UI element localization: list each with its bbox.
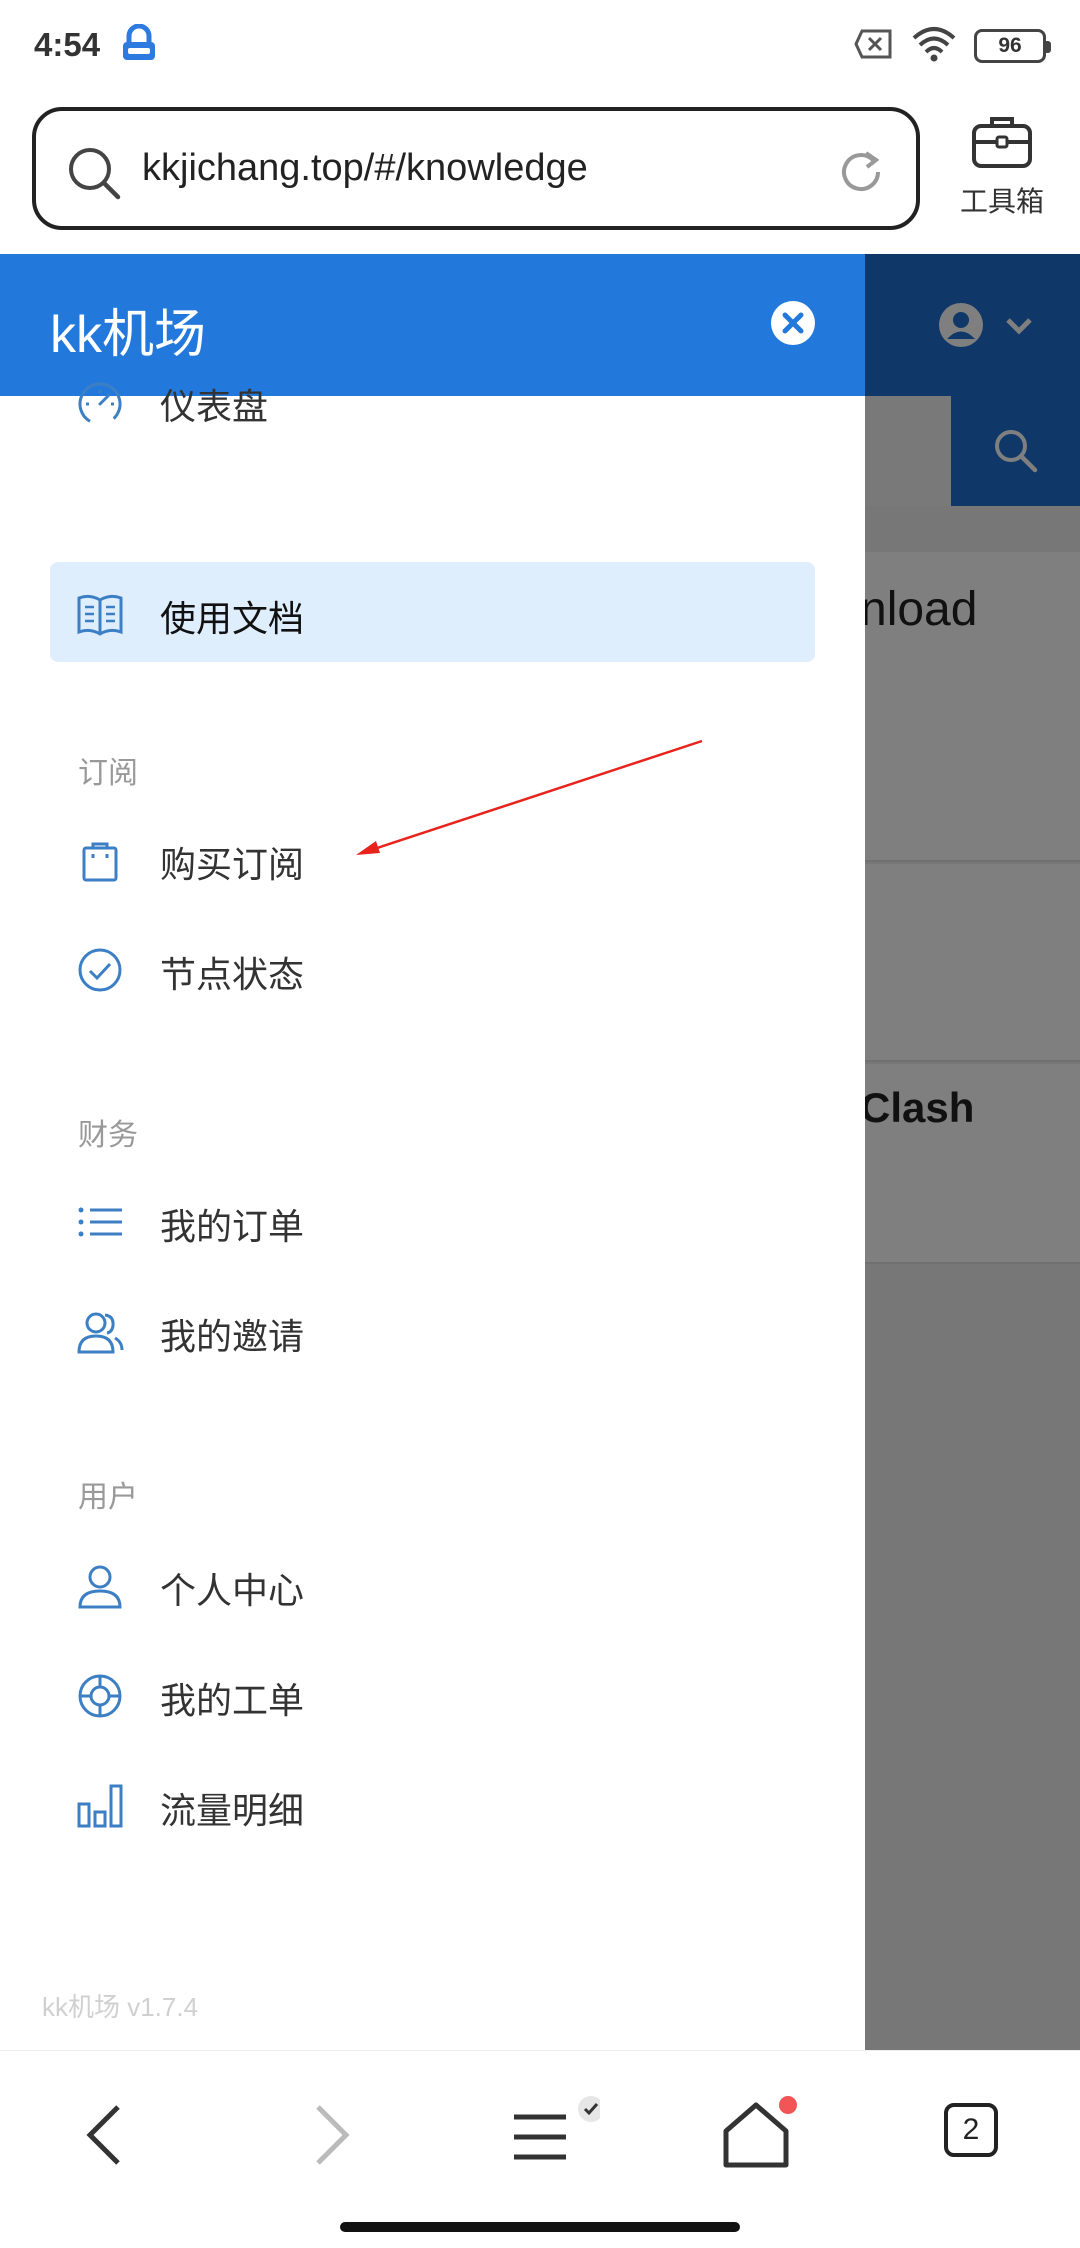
status-bar: 4:54 96 xyxy=(0,0,1080,95)
user-icon xyxy=(76,1562,124,1610)
toolbox-icon xyxy=(971,110,1033,172)
nav-label: 节点状态 xyxy=(160,955,305,996)
close-icon[interactable] xyxy=(770,300,816,346)
section-label-finance: 财务 xyxy=(78,1118,138,1153)
book-icon xyxy=(76,590,124,638)
nav-label: 使用文档 xyxy=(160,599,305,640)
list-icon xyxy=(76,1198,124,1246)
nav-label: 我的工单 xyxy=(160,1681,305,1722)
status-time: 4:54 xyxy=(34,26,101,63)
nav-item-traffic-details[interactable]: 流量明细 xyxy=(50,1754,815,1854)
address-bar[interactable]: kkjichang.top/#/knowledge xyxy=(32,107,920,230)
browser-bottom-nav: 2 xyxy=(0,2050,1080,2248)
nav-item-my-orders[interactable]: 我的订单 xyxy=(50,1170,815,1270)
nav-item-my-tickets[interactable]: 我的工单 xyxy=(50,1644,815,1744)
nav-item-dashboard[interactable]: 仪表盘 xyxy=(50,350,815,450)
version-text: kk机场 v1.7.4 xyxy=(42,1992,199,2022)
nav-label: 我的邀请 xyxy=(160,1317,305,1358)
nav-label: 我的订单 xyxy=(160,1207,305,1248)
tabs-count-button[interactable]: 2 xyxy=(944,2103,998,2157)
toolbox-label: 工具箱 xyxy=(959,185,1044,218)
forward-button[interactable] xyxy=(288,2095,368,2175)
toolbox-button[interactable]: 工具箱 xyxy=(954,110,1050,230)
app-notification-icon xyxy=(120,23,158,64)
nav-item-profile[interactable]: 个人中心 xyxy=(50,1534,815,1634)
side-drawer: kk机场 仪表盘 使用文档 订阅 购买订阅 节点状态 财务 我的订单 我的邀请 … xyxy=(0,254,865,2050)
battery-icon: 96 xyxy=(974,29,1051,63)
nav-item-my-invites[interactable]: 我的邀请 xyxy=(50,1280,815,1380)
wifi-icon xyxy=(912,26,956,67)
dashboard-gauge-icon xyxy=(76,378,124,426)
url-text[interactable]: kkjichang.top/#/knowledge xyxy=(142,147,588,190)
back-button[interactable] xyxy=(68,2095,148,2175)
shopping-bag-icon xyxy=(76,836,124,884)
check-circle-icon xyxy=(76,946,124,994)
nav-label: 仪表盘 xyxy=(160,387,269,428)
home-button[interactable] xyxy=(716,2095,797,2175)
reload-icon[interactable] xyxy=(836,147,886,197)
nav-label: 流量明细 xyxy=(160,1791,305,1832)
nav-item-buy-subscription[interactable]: 购买订阅 xyxy=(50,808,815,908)
nav-label: 购买订阅 xyxy=(160,845,305,886)
nav-label: 个人中心 xyxy=(160,1571,305,1612)
home-indicator xyxy=(340,2222,740,2232)
nav-item-docs[interactable]: 使用文档 xyxy=(50,562,815,662)
status-icons: 96 xyxy=(854,26,1051,67)
users-icon xyxy=(76,1308,124,1356)
bar-chart-icon xyxy=(76,1782,124,1830)
lifebuoy-icon xyxy=(76,1672,124,1720)
search-icon xyxy=(66,145,122,201)
nav-item-node-status[interactable]: 节点状态 xyxy=(50,918,815,1018)
menu-button[interactable] xyxy=(500,2095,604,2175)
section-label-user: 用户 xyxy=(78,1480,138,1515)
sim-x-icon xyxy=(854,29,894,64)
section-label-subscription: 订阅 xyxy=(78,756,138,791)
